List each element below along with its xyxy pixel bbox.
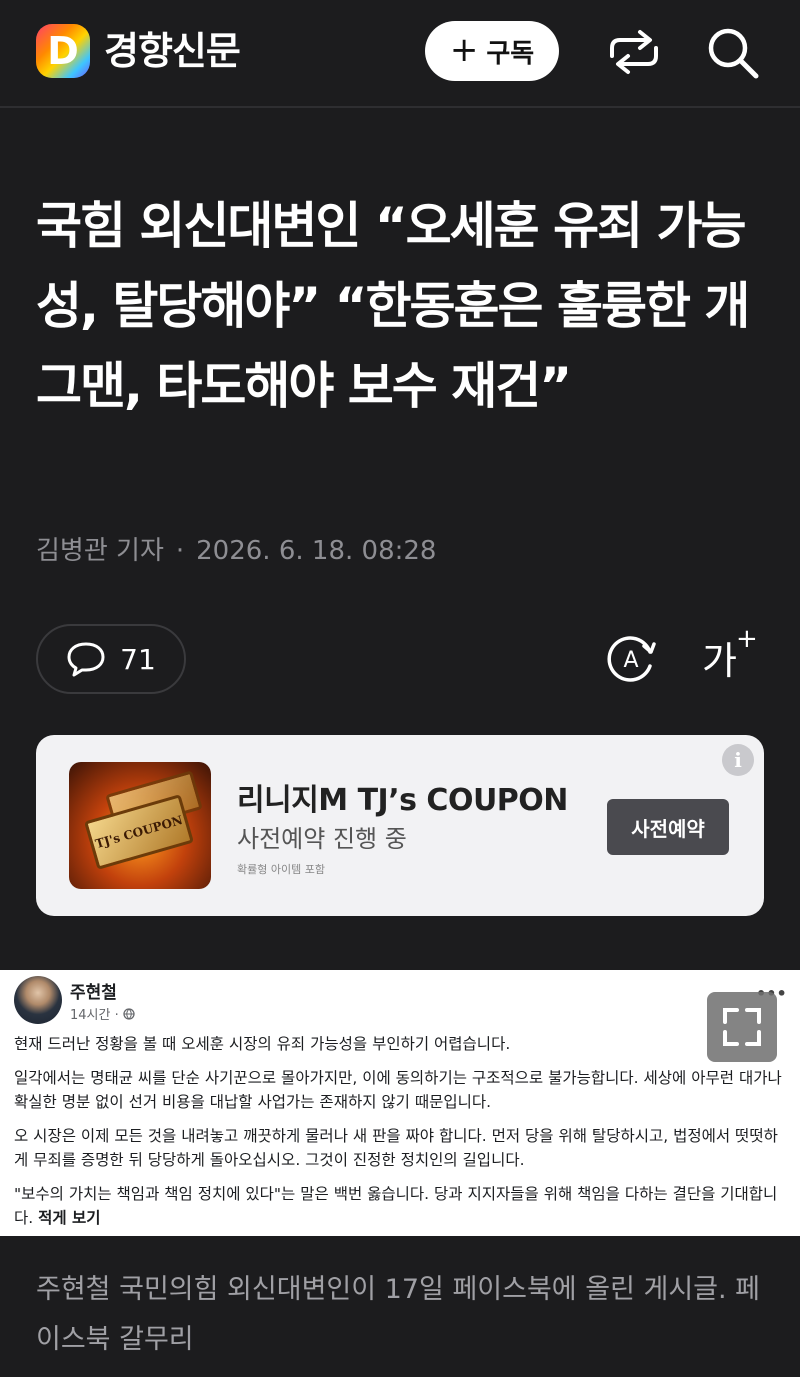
ad-disclaimer: 확률형 아이템 포함 xyxy=(237,863,325,876)
share-icon[interactable] xyxy=(606,26,662,78)
facebook-post-image: 주현철 14시간 · ••• 현재 드러난 정황을 볼 때 오세훈 시장의 유죄… xyxy=(0,970,800,1236)
author-name[interactable]: 김병관 기자 xyxy=(36,536,164,566)
post-paragraph: 현재 드러난 정황을 볼 때 오세훈 시장의 유죄 가능성을 부인하기 어렵습니… xyxy=(14,1035,511,1053)
daum-logo[interactable]: D xyxy=(36,24,90,78)
globe-icon xyxy=(123,1008,135,1020)
post-author: 주현철 xyxy=(70,983,117,1003)
comments-button[interactable]: 71 xyxy=(36,624,186,694)
plus-icon: + xyxy=(449,29,479,70)
preregister-button[interactable]: 사전예약 xyxy=(607,799,729,855)
subscribe-button[interactable]: + 구독 xyxy=(425,21,559,81)
expand-image-button[interactable] xyxy=(707,992,777,1062)
byline-separator: · xyxy=(175,536,185,566)
ad-image[interactable]: TJ's COUPON xyxy=(69,762,211,889)
article-title: 국힘 외신대변인 “오세훈 유죄 가능성, 탈당해야” “한동훈은 훌륭한 개그… xyxy=(36,197,750,415)
fullscreen-icon xyxy=(723,1008,761,1046)
logo-letter: D xyxy=(47,29,79,73)
font-size-label: 가 xyxy=(702,639,737,683)
ad-title[interactable]: 리니지M TJ’s COUPON xyxy=(237,775,568,819)
ad-subtitle: 사전예약 진행 중 xyxy=(237,825,407,853)
byline: 김병관 기자 · 2026. 6. 18. 08:28 xyxy=(36,530,436,567)
svg-text:A: A xyxy=(623,648,638,673)
image-caption: 주현철 국민의힘 외신대변인이 17일 페이스북에 올린 게시글. 페이스북 갈… xyxy=(36,1274,761,1355)
post-body: 현재 드러난 정황을 볼 때 오세훈 시장의 유죄 가능성을 부인하기 어렵습니… xyxy=(14,1032,790,1240)
show-less-link: 적게 보기 xyxy=(38,1209,101,1227)
search-icon[interactable] xyxy=(704,24,760,80)
subscribe-label: 구독 xyxy=(486,38,535,69)
coupon-graphic-front: TJ's COUPON xyxy=(84,794,194,870)
avatar xyxy=(14,976,62,1024)
font-size-button[interactable]: 가 + xyxy=(702,624,762,684)
post-paragraph: "보수의 가치는 책임과 책임 정치에 있다"는 말은 백번 옳습니다. 당과 … xyxy=(14,1185,778,1227)
plus-icon: + xyxy=(736,624,758,654)
post-paragraph: 일각에서는 명태균 씨를 단순 사기꾼으로 몰아가지만, 이에 동의하기는 구조… xyxy=(14,1069,782,1111)
post-time: 14시간 · xyxy=(70,1004,135,1023)
top-header: D 경향신문 + 구독 xyxy=(0,0,800,108)
publish-date: 2026. 6. 18. 08:28 xyxy=(196,536,437,566)
speech-bubble-icon xyxy=(67,642,105,677)
publisher-name[interactable]: 경향신문 xyxy=(104,26,241,76)
text-to-speech-icon[interactable]: A xyxy=(604,632,658,686)
comment-count: 71 xyxy=(120,642,156,676)
post-paragraph: 오 시장은 이제 모든 것을 내려놓고 깨끗하게 물러나 새 판을 짜야 합니다… xyxy=(14,1127,778,1169)
info-icon[interactable]: i xyxy=(722,744,754,776)
ad-banner[interactable]: TJ's COUPON 리니지M TJ’s COUPON 사전예약 진행 중 확… xyxy=(36,735,764,916)
